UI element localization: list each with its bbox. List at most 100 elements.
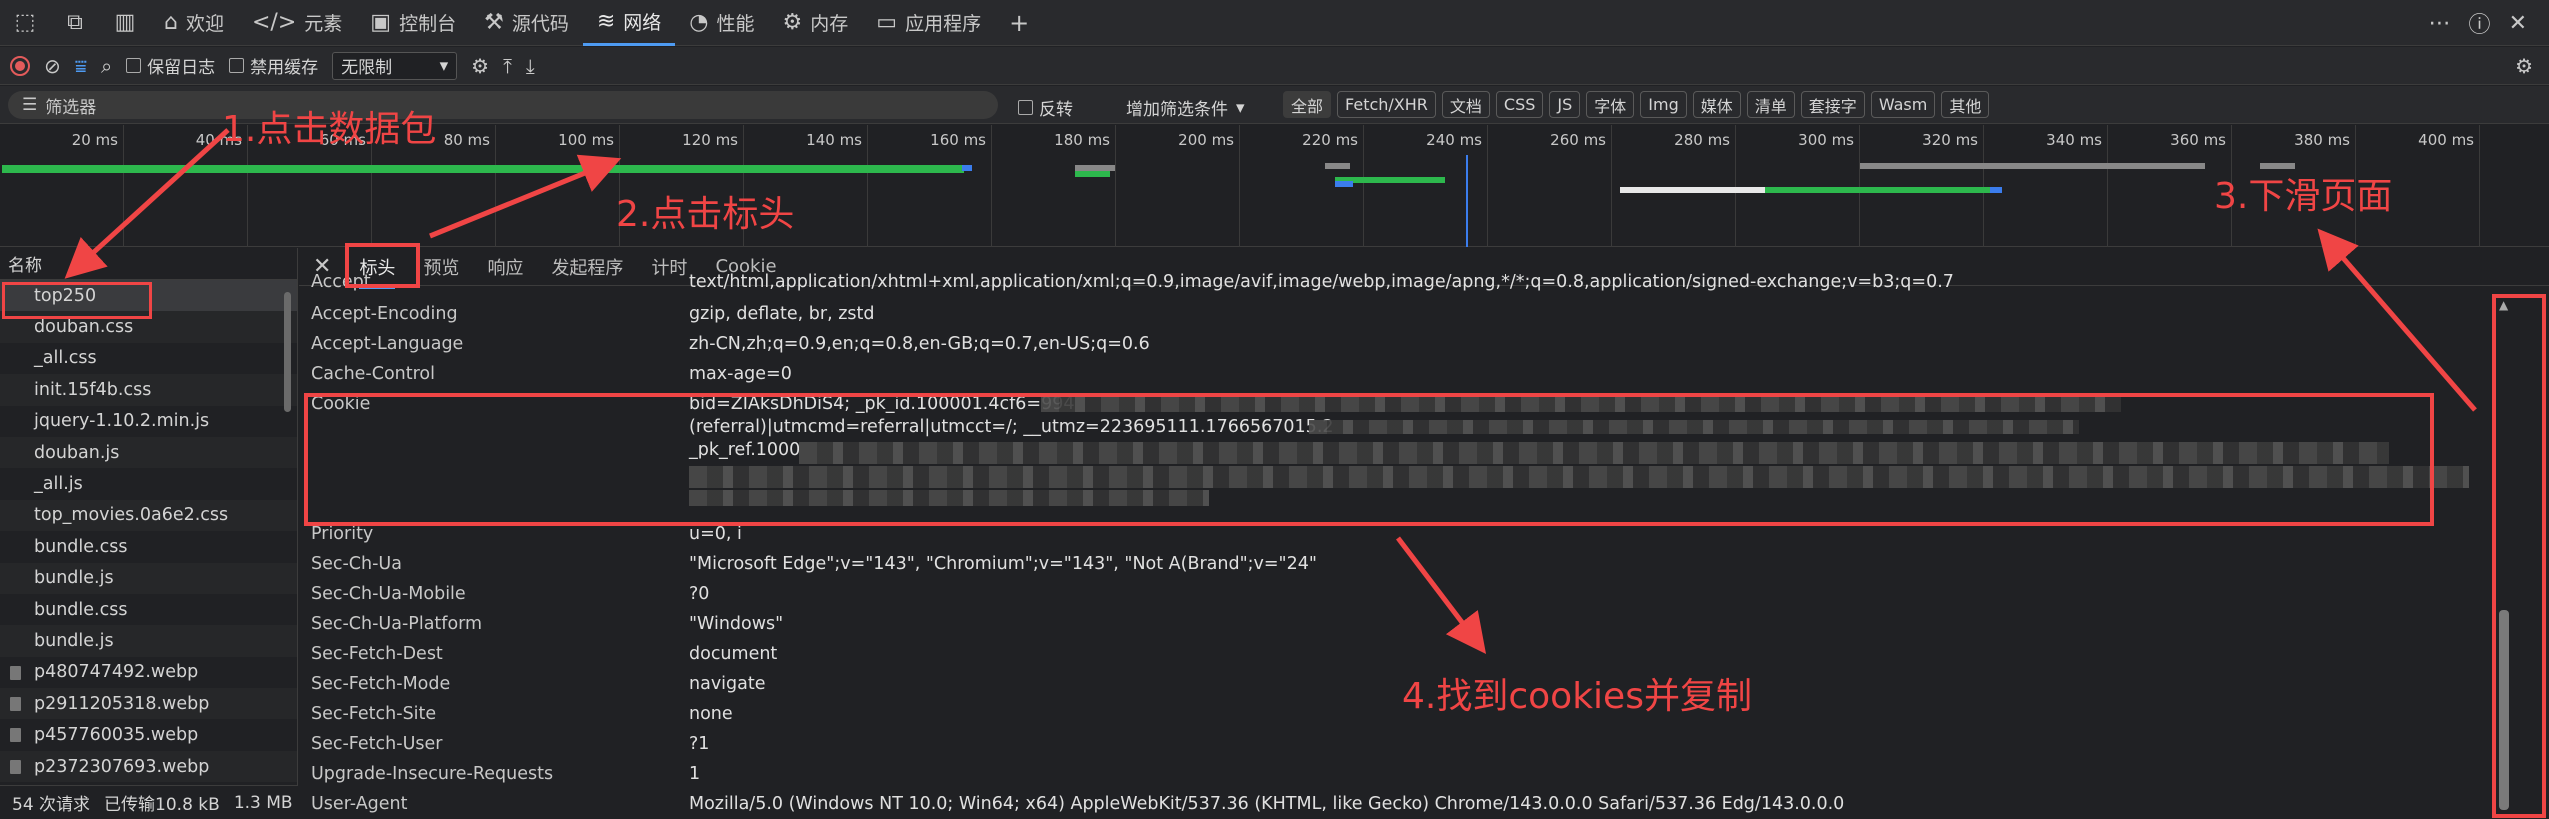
filter-chip[interactable]: 字体 xyxy=(1586,91,1635,118)
tab-home[interactable]: ⌂ 欢迎 xyxy=(150,0,238,46)
filter-chip[interactable]: 媒体 xyxy=(1692,91,1741,118)
request-row[interactable]: p457760035.webp xyxy=(0,719,297,750)
timeline-tick-label: 160 ms xyxy=(930,131,986,149)
header-value[interactable]: text/html,application/xhtml+xml,applicat… xyxy=(689,272,1954,292)
timeline-bar xyxy=(1990,187,2002,193)
filter-chip[interactable]: JS xyxy=(1549,91,1581,118)
invert-checkbox[interactable]: 反转 xyxy=(1018,95,1073,120)
request-row[interactable]: init.15f4b.css xyxy=(0,374,297,406)
inspect-element-icon[interactable]: ⧉ xyxy=(50,0,100,46)
request-row[interactable]: douban.js xyxy=(0,436,297,469)
timeline-tick-label: 400 ms xyxy=(2418,131,2474,149)
header-value[interactable]: document xyxy=(689,644,777,664)
request-row[interactable]: bundle.css xyxy=(0,531,297,562)
timeline-tick-label: 20 ms xyxy=(71,131,118,149)
chevron-down-icon: ▾ xyxy=(439,55,449,76)
timeline-tick-label: 100 ms xyxy=(558,131,614,149)
throttling-select[interactable]: 无限制 ▾ xyxy=(332,51,458,80)
header-value[interactable]: Mozilla/5.0 (Windows NT 10.0; Win64; x64… xyxy=(689,794,1844,814)
request-list-scrollbar[interactable] xyxy=(282,282,293,777)
disable-cache-checkbox[interactable]: 禁用缓存 xyxy=(229,53,318,78)
request-name: init.15f4b.css xyxy=(34,379,152,400)
header-value[interactable]: gzip, deflate, br, zstd xyxy=(689,304,874,324)
filter-chip[interactable]: 套接字 xyxy=(1800,91,1865,118)
detail-tab[interactable]: 发起程序 xyxy=(551,254,623,280)
filter-chip[interactable]: CSS xyxy=(1495,91,1544,118)
annotation-step4: 4.找到cookies并复制 xyxy=(1402,676,1752,717)
header-value[interactable]: ?0 xyxy=(689,584,709,604)
tab-code[interactable]: </> 元素 xyxy=(238,0,356,46)
header-name: Priority xyxy=(311,524,374,544)
device-toolbar-icon[interactable]: ⬚ xyxy=(0,0,50,46)
add-filter-dropdown[interactable]: 增加筛选条件 ▾ xyxy=(1126,95,1245,121)
settings-gear-icon[interactable]: ⚙ xyxy=(2515,54,2533,78)
request-row[interactable]: p2372307693.webp xyxy=(0,750,297,783)
search-icon[interactable]: ⌕ xyxy=(101,54,112,78)
filter-chip[interactable]: Wasm xyxy=(1870,91,1936,118)
detail-tab[interactable]: 预览 xyxy=(423,254,459,280)
more-options-icon[interactable]: ⋯ xyxy=(2429,11,2451,36)
timeline-tick: 300 ms xyxy=(1798,125,1860,247)
filter-toggle-icon[interactable]: ⩸ xyxy=(75,54,87,78)
header-value[interactable]: "Microsoft Edge";v="143", "Chromium";v="… xyxy=(689,554,1317,574)
request-row[interactable]: _all.js xyxy=(0,468,297,499)
timeline-bar xyxy=(1620,187,1765,193)
filter-chip[interactable]: Img xyxy=(1640,91,1687,118)
timeline-tick-label: 300 ms xyxy=(1798,131,1854,149)
request-row[interactable]: p2911205318.webp xyxy=(0,688,297,720)
tab-label: 欢迎 xyxy=(185,13,224,35)
header-name: User-Agent xyxy=(311,794,408,814)
checkbox-box xyxy=(1018,100,1033,115)
header-value[interactable]: ?1 xyxy=(689,734,709,754)
header-value[interactable]: 1 xyxy=(689,764,700,784)
detail-tab[interactable]: 计时 xyxy=(651,254,687,280)
dock-side-icon[interactable]: ▥ xyxy=(100,0,150,46)
request-row[interactable]: bundle.js xyxy=(0,562,297,594)
filter-chip[interactable]: 其他 xyxy=(1941,91,1990,118)
tab-label: 元素 xyxy=(304,13,343,35)
export-har-icon[interactable]: ⤓ xyxy=(526,54,535,78)
tab-memory[interactable]: ⚙ 内存 xyxy=(769,0,863,46)
request-row[interactable]: bundle.css xyxy=(0,594,297,625)
image-file-icon xyxy=(10,728,21,743)
filter-chip[interactable]: 文档 xyxy=(1441,91,1490,118)
header-value[interactable]: navigate xyxy=(689,674,766,694)
request-row[interactable]: bundle.js xyxy=(0,625,297,657)
header-value[interactable]: zh-CN,zh;q=0.9,en;q=0.8,en-GB;q=0.7,en-U… xyxy=(689,334,1150,354)
filter-chip[interactable]: Fetch/XHR xyxy=(1337,91,1436,118)
annotation-step2: 2.点击标头 xyxy=(616,194,795,235)
clear-icon[interactable]: ⊘ xyxy=(44,54,61,78)
filter-input[interactable]: ☰ 筛选器 xyxy=(8,91,998,119)
add-tab-button[interactable]: + xyxy=(995,0,1043,46)
tab-wifi[interactable]: ≋ 网络 xyxy=(582,0,676,46)
help-icon[interactable]: ⓘ xyxy=(2469,7,2491,39)
header-value[interactable]: max-age=0 xyxy=(689,364,792,384)
annotation-step3: 3.下滑页面 xyxy=(2214,176,2393,217)
filter-chip[interactable]: 全部 xyxy=(1283,91,1332,118)
request-name: top_movies.0a6e2.css xyxy=(34,505,229,526)
filter-chip[interactable]: 清单 xyxy=(1746,91,1795,118)
request-row[interactable]: jquery-1.10.2.min.js xyxy=(0,406,297,437)
tab-sources[interactable]: ⚒ 源代码 xyxy=(470,0,583,46)
tab-performance[interactable]: ◔ 性能 xyxy=(675,0,768,46)
dom-content-loaded-line xyxy=(1466,155,1468,247)
header-value[interactable]: none xyxy=(689,704,733,724)
name-column-header[interactable]: 名称 xyxy=(0,248,297,280)
header-value[interactable]: "Windows" xyxy=(689,614,783,634)
network-conditions-icon[interactable]: ⚙ xyxy=(471,54,489,78)
tab-application[interactable]: ▭ 应用程序 xyxy=(862,0,995,46)
scrollbar-thumb[interactable] xyxy=(284,292,291,412)
request-row[interactable]: _all.css xyxy=(0,343,297,374)
request-row[interactable]: top_movies.0a6e2.css xyxy=(0,499,297,532)
request-name: bundle.css xyxy=(34,599,128,620)
tab-label: 性能 xyxy=(716,13,755,35)
detail-tab[interactable]: 响应 xyxy=(487,254,523,280)
tab-console[interactable]: ▣ 控制台 xyxy=(356,0,470,46)
close-icon[interactable]: ✕ xyxy=(2509,11,2527,36)
request-row[interactable]: p480747492.webp xyxy=(0,657,297,688)
record-button[interactable] xyxy=(10,55,30,76)
annotation-step1: 1.点击数据包 xyxy=(222,109,437,150)
header-value[interactable]: u=0, i xyxy=(689,524,742,544)
preserve-log-checkbox[interactable]: 保留日志 xyxy=(126,53,215,78)
import-har-icon[interactable]: ⤒ xyxy=(503,54,512,78)
